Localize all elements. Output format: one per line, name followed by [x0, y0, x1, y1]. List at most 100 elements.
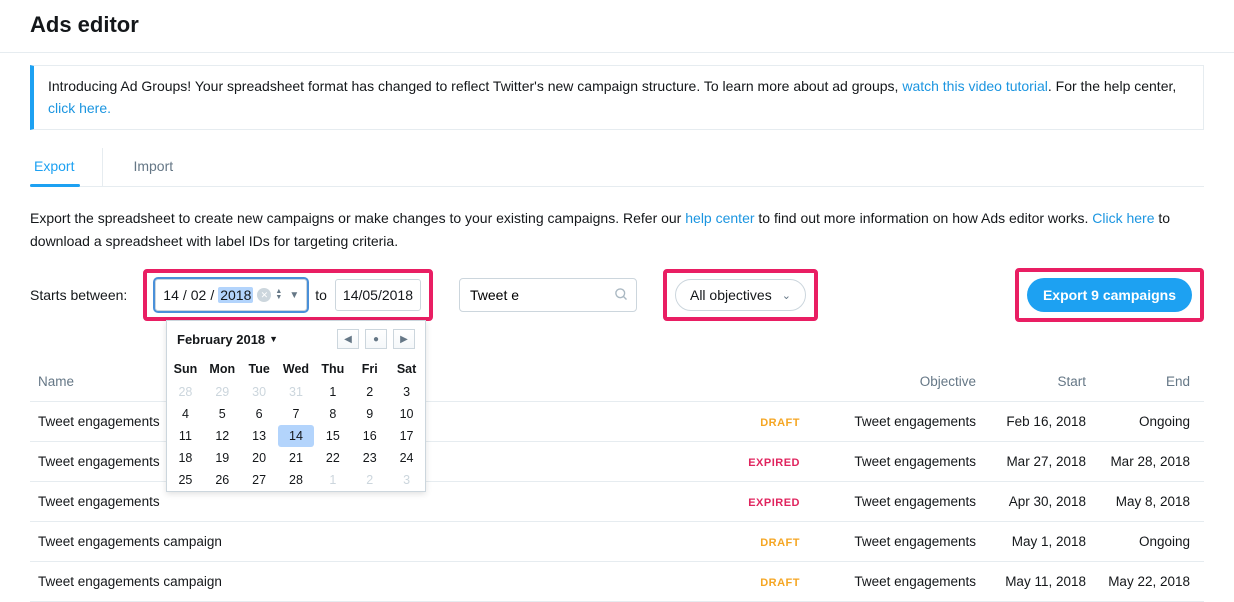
datepicker-day[interactable]: 7: [278, 403, 315, 425]
datepicker-day[interactable]: 11: [167, 425, 204, 447]
status-badge: EXPIRED: [748, 497, 800, 509]
th-objective[interactable]: Objective: [814, 362, 984, 402]
datepicker-dow: Thu: [314, 357, 351, 381]
cell-objective: Tweet engagements: [814, 442, 984, 482]
datepicker-day[interactable]: 4: [167, 403, 204, 425]
datepicker-dow: Wed: [278, 357, 315, 381]
status-badge: DRAFT: [760, 537, 800, 549]
datepicker-day[interactable]: 21: [278, 447, 315, 469]
tabs: Export Import: [30, 148, 1204, 187]
datepicker-day[interactable]: 17: [388, 425, 425, 447]
datepicker-day[interactable]: 5: [204, 403, 241, 425]
datepicker-month-select[interactable]: February 2018 ▼: [177, 332, 278, 347]
date-from-day: 14: [163, 287, 179, 303]
status-badge: DRAFT: [760, 577, 800, 589]
datepicker-day[interactable]: 3: [388, 469, 425, 491]
table-row[interactable]: Tweet engagements campaignDRAFTTweet eng…: [30, 562, 1204, 602]
table-row[interactable]: Tweet engagements campaignDRAFTTweet eng…: [30, 522, 1204, 562]
objectives-dropdown[interactable]: All objectives ⌄: [675, 279, 806, 311]
click-here-link[interactable]: Click here: [1092, 210, 1154, 226]
datepicker-today-button[interactable]: ●: [365, 329, 387, 349]
datepicker-day[interactable]: 28: [278, 469, 315, 491]
datepicker-day[interactable]: 27: [241, 469, 278, 491]
cell-status: EXPIRED: [603, 482, 814, 522]
datepicker-day[interactable]: 18: [167, 447, 204, 469]
desc-mid: to find out more information on how Ads …: [755, 210, 1093, 226]
date-from-month: 02: [191, 287, 207, 303]
chevron-down-icon: ⌄: [782, 289, 791, 302]
datepicker-day[interactable]: 8: [314, 403, 351, 425]
datepicker-day[interactable]: 20: [241, 447, 278, 469]
chevron-down-icon[interactable]: ▼: [289, 290, 299, 301]
datepicker-day[interactable]: 2: [351, 381, 388, 403]
search-wrap: [459, 278, 637, 312]
cell-end: Ongoing: [1094, 522, 1204, 562]
objectives-label: All objectives: [690, 287, 772, 303]
date-to-input[interactable]: 14/05/2018: [335, 279, 421, 311]
datepicker-prev-button[interactable]: ◀: [337, 329, 359, 349]
datepicker-dow: Sat: [388, 357, 425, 381]
help-center-link[interactable]: help center: [685, 210, 754, 226]
cell-end: Ongoing: [1094, 402, 1204, 442]
cell-end: Mar 28, 2018: [1094, 442, 1204, 482]
datepicker-day[interactable]: 28: [167, 381, 204, 403]
date-from-year: 2018: [218, 287, 253, 303]
tab-export[interactable]: Export: [30, 148, 103, 186]
cell-start: Mar 27, 2018: [984, 442, 1094, 482]
highlight-date-range: 14/02/2018 ✕ ▲▼ ▼ to 14/05/2018: [143, 269, 433, 321]
datepicker-dow: Fri: [351, 357, 388, 381]
datepicker-day[interactable]: 2: [351, 469, 388, 491]
export-button[interactable]: Export 9 campaigns: [1027, 278, 1192, 312]
desc-pre: Export the spreadsheet to create new cam…: [30, 210, 685, 226]
cell-start: May 1, 2018: [984, 522, 1094, 562]
th-end[interactable]: End: [1094, 362, 1204, 402]
datepicker-day[interactable]: 30: [241, 381, 278, 403]
datepicker-day[interactable]: 3: [388, 381, 425, 403]
notice-video-link[interactable]: watch this video tutorial: [902, 78, 1048, 94]
datepicker-grid: SunMonTueWedThuFriSat2829303112345678910…: [167, 357, 425, 491]
datepicker-day[interactable]: 25: [167, 469, 204, 491]
cell-end: May 8, 2018: [1094, 482, 1204, 522]
datepicker-next-button[interactable]: ▶: [393, 329, 415, 349]
th-start[interactable]: Start: [984, 362, 1094, 402]
datepicker-day[interactable]: 6: [241, 403, 278, 425]
datepicker-day[interactable]: 19: [204, 447, 241, 469]
datepicker-day[interactable]: 16: [351, 425, 388, 447]
starts-between-label: Starts between:: [30, 287, 127, 303]
date-to-value: 14/05/2018: [343, 287, 413, 303]
datepicker-day[interactable]: 1: [314, 469, 351, 491]
datepicker-day[interactable]: 26: [204, 469, 241, 491]
status-badge: DRAFT: [760, 417, 800, 429]
stepper-icon[interactable]: ▲▼: [275, 289, 282, 301]
date-from-input[interactable]: 14/02/2018 ✕ ▲▼ ▼: [155, 279, 307, 311]
notice-banner: Introducing Ad Groups! Your spreadsheet …: [30, 65, 1204, 130]
cell-status: DRAFT: [603, 562, 814, 602]
datepicker-day[interactable]: 15: [314, 425, 351, 447]
datepicker-day[interactable]: 10: [388, 403, 425, 425]
datepicker-day[interactable]: 12: [204, 425, 241, 447]
datepicker-day[interactable]: 23: [351, 447, 388, 469]
cell-status: DRAFT: [603, 522, 814, 562]
date-picker: February 2018 ▼ ◀ ● ▶ SunMonTueWedThuFri…: [166, 320, 426, 492]
datepicker-day[interactable]: 1: [314, 381, 351, 403]
cell-status: EXPIRED: [603, 442, 814, 482]
cell-status: DRAFT: [603, 402, 814, 442]
clear-icon[interactable]: ✕: [257, 288, 271, 302]
datepicker-day[interactable]: 22: [314, 447, 351, 469]
datepicker-day[interactable]: 13: [241, 425, 278, 447]
datepicker-day[interactable]: 29: [204, 381, 241, 403]
datepicker-day[interactable]: 31: [278, 381, 315, 403]
datepicker-day[interactable]: 14: [278, 425, 315, 447]
cell-objective: Tweet engagements: [814, 402, 984, 442]
datepicker-day[interactable]: 24: [388, 447, 425, 469]
page-title: Ads editor: [0, 0, 1234, 52]
cell-end: May 22, 2018: [1094, 562, 1204, 602]
notice-help-link[interactable]: click here.: [48, 100, 111, 116]
controls-row: Starts between: 14/02/2018 ✕ ▲▼ ▼ to 14/…: [30, 268, 1204, 322]
datepicker-month-label: February 2018: [177, 332, 265, 347]
cell-start: Apr 30, 2018: [984, 482, 1094, 522]
export-description: Export the spreadsheet to create new cam…: [30, 207, 1204, 252]
tab-import[interactable]: Import: [129, 148, 201, 186]
datepicker-day[interactable]: 9: [351, 403, 388, 425]
search-input[interactable]: [459, 278, 637, 312]
